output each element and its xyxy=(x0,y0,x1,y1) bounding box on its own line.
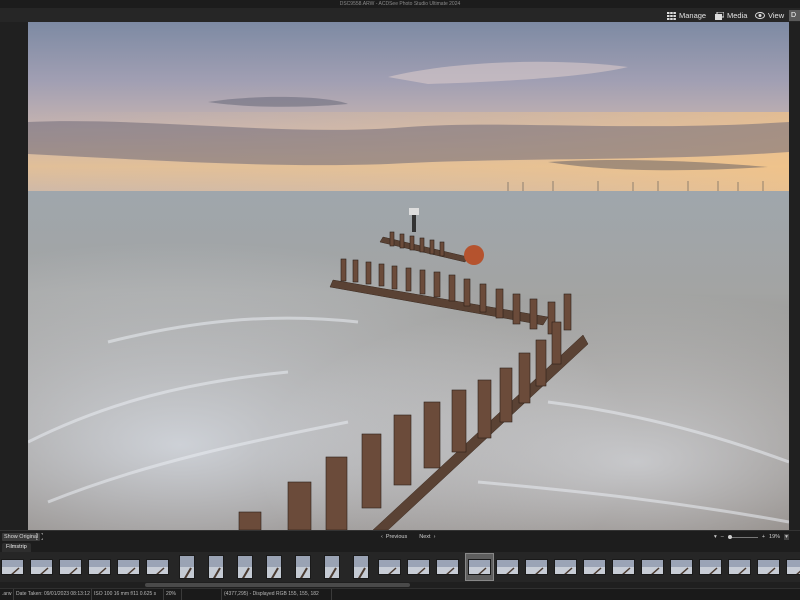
right-margin xyxy=(789,22,800,530)
filmstrip-thumb[interactable] xyxy=(378,559,401,575)
filmstrip-thumb[interactable] xyxy=(554,559,577,575)
filmstrip-thumb[interactable] xyxy=(88,559,111,575)
filmstrip-scrollbar-thumb[interactable] xyxy=(145,583,410,587)
status-bar: .arw Date Taken: 09/01/2023 08:13:12 ISO… xyxy=(0,588,800,600)
zoom-in-icon[interactable]: + xyxy=(762,534,765,540)
filmstrip-thumb[interactable] xyxy=(670,559,693,575)
viewer-toolbar: Show Original ‹ Previous Next › ▾ – + 19… xyxy=(0,530,800,542)
filmstrip-thumb[interactable] xyxy=(786,559,800,575)
zoom-control: ▾ – + 19% ▾ xyxy=(714,533,789,541)
left-margin xyxy=(0,22,28,530)
filmstrip-thumb[interactable] xyxy=(407,559,430,575)
status-zoom: 20% xyxy=(164,589,182,600)
filmstrip-thumb[interactable] xyxy=(436,559,459,575)
filmstrip-thumb[interactable] xyxy=(353,555,369,579)
zoom-slider-knob[interactable] xyxy=(727,534,732,539)
develop-label: D xyxy=(791,12,797,19)
status-filename: .arw xyxy=(0,589,14,600)
status-date-taken: Date Taken: 09/01/2023 08:13:12 xyxy=(14,589,92,600)
bottom-tabs: Filmstrip xyxy=(0,542,800,552)
manage-mode-button[interactable]: Manage xyxy=(667,10,706,21)
image-navigation: ‹ Previous Next › xyxy=(381,533,435,541)
zoom-slider[interactable] xyxy=(727,534,758,539)
status-spacer xyxy=(182,589,222,600)
view-mode-button[interactable]: View xyxy=(755,10,784,21)
filmstrip-thumb[interactable] xyxy=(146,559,169,575)
eye-icon xyxy=(755,12,765,19)
zoom-menu-icon[interactable]: ▾ xyxy=(714,534,717,540)
media-mode-button[interactable]: Media xyxy=(715,10,747,21)
status-exif: ISO 100 16 mm f/11 0.625 s xyxy=(92,589,164,600)
filmstrip-thumb[interactable] xyxy=(59,559,82,575)
zoom-dropdown-icon[interactable]: ▾ xyxy=(784,534,789,540)
filmstrip-thumb[interactable] xyxy=(117,559,140,575)
grid-icon xyxy=(667,11,676,20)
filmstrip-thumb-selected[interactable] xyxy=(465,553,494,581)
filmstrip-thumb[interactable] xyxy=(496,559,519,575)
filmstrip[interactable] xyxy=(0,552,800,582)
filmstrip-thumb[interactable] xyxy=(324,555,340,579)
mode-bar: Manage Media View D xyxy=(0,8,800,22)
develop-mode-button[interactable]: D xyxy=(789,10,800,21)
view-label: View xyxy=(768,11,785,20)
filmstrip-thumb[interactable] xyxy=(612,559,635,575)
filmstrip-thumb[interactable] xyxy=(583,559,606,575)
filmstrip-thumb[interactable] xyxy=(468,559,491,575)
show-original-button[interactable]: Show Original xyxy=(2,533,41,541)
filmstrip-thumb[interactable] xyxy=(728,559,751,575)
filmstrip-thumb[interactable] xyxy=(525,559,548,575)
previous-button[interactable]: Previous xyxy=(386,534,407,540)
filmstrip-thumb[interactable] xyxy=(699,559,722,575)
filmstrip-thumb[interactable] xyxy=(641,559,664,575)
window-title: DSC9558.ARW - ACDSee Photo Studio Ultima… xyxy=(0,0,800,8)
main-photo[interactable] xyxy=(28,22,789,530)
filmstrip-thumb[interactable] xyxy=(295,555,311,579)
media-label: Media xyxy=(727,11,748,20)
filmstrip-thumb[interactable] xyxy=(1,559,24,575)
filmstrip-thumb[interactable] xyxy=(266,555,282,579)
zoom-out-icon[interactable]: – xyxy=(721,534,724,540)
next-button[interactable]: Next xyxy=(419,534,430,540)
chevron-left-icon[interactable]: ‹ xyxy=(381,534,383,540)
fullscreen-icon[interactable] xyxy=(36,533,43,540)
filmstrip-thumb[interactable] xyxy=(237,555,253,579)
filmstrip-thumb[interactable] xyxy=(179,555,195,579)
chevron-right-icon[interactable]: › xyxy=(434,534,436,540)
manage-label: Manage xyxy=(679,11,707,20)
filmstrip-thumb[interactable] xyxy=(757,559,780,575)
status-pixel-info: (4377,295) - Displayed RGB 155, 155, 182 xyxy=(222,589,332,600)
filmstrip-thumb[interactable] xyxy=(208,555,224,579)
tab-filmstrip[interactable]: Filmstrip xyxy=(2,543,31,552)
media-icon xyxy=(715,11,724,20)
filmstrip-thumb[interactable] xyxy=(30,559,53,575)
zoom-value: 19% xyxy=(769,534,781,540)
